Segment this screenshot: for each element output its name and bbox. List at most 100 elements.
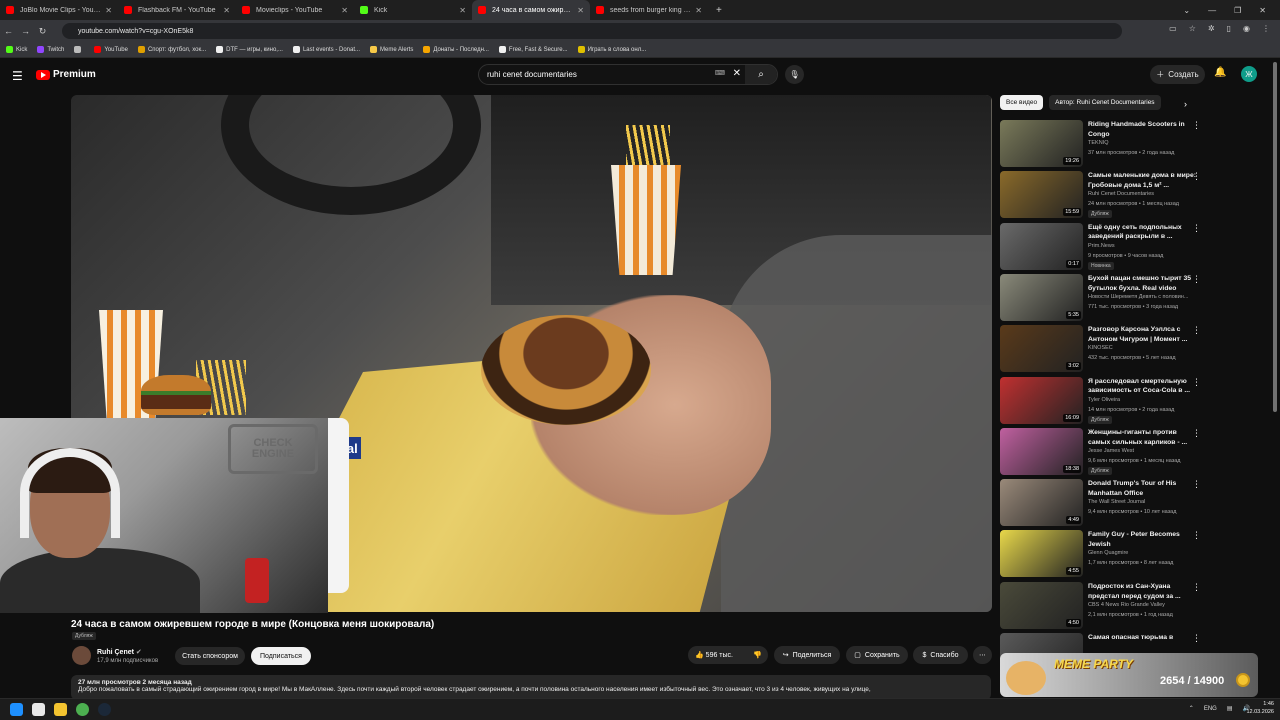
more-options-icon[interactable]: ⋮ (1192, 120, 1201, 131)
video-thumbnail[interactable]: 4:49 (1000, 479, 1083, 527)
sponsor-button[interactable]: Стать спонсором (175, 647, 245, 665)
recommended-video[interactable]: 3:02 Разговор Карсона Уэллса с Антоном Ч… (1000, 325, 1201, 373)
cast-icon[interactable]: ▭ (1169, 24, 1177, 33)
bookmark-item[interactable]: Twitch (37, 46, 64, 53)
recommended-title[interactable]: Family Guy - Peter Becomes Jewish (1088, 530, 1198, 550)
video-thumbnail[interactable]: 5:35 (1000, 273, 1083, 321)
yandex-browser-icon[interactable] (32, 703, 45, 716)
recommended-channel[interactable]: Prim.News (1088, 243, 1200, 249)
recommended-title[interactable]: Подросток из Сан-Хуана предстал перед су… (1088, 582, 1198, 602)
recommended-title[interactable]: Ещё одну сеть подпольных заведений раскр… (1088, 223, 1198, 243)
windows-start-icon[interactable] (10, 703, 23, 716)
video-thumbnail[interactable]: 18:38 (1000, 427, 1083, 475)
browser-tab[interactable]: 24 часа в самом ожиревшем ✕ (472, 0, 590, 20)
channel-avatar[interactable] (72, 646, 91, 665)
chrome-icon[interactable] (76, 703, 89, 716)
more-options-icon[interactable]: ⋮ (1192, 633, 1201, 644)
recommended-video[interactable]: 15:59 Самые маленькие дома в мире: Гробо… (1000, 171, 1201, 219)
bookmark-item[interactable]: YouTube (94, 46, 128, 53)
hamburger-menu-icon[interactable]: ☰ (12, 69, 23, 83)
create-button[interactable]: ＋ Создать (1150, 65, 1205, 84)
tab-close-icon[interactable]: ✕ (695, 6, 702, 15)
thanks-button[interactable]: $ Спасибо (913, 646, 968, 664)
tab-close-icon[interactable]: ✕ (459, 6, 466, 15)
taskbar-clock[interactable]: 1:46 12.03.2026 (1246, 701, 1274, 717)
recommended-title[interactable]: Я расследовал смертельную зависимость от… (1088, 377, 1198, 397)
browser-tab[interactable]: JoBlo Movie Clips - YouTube ✕ (0, 0, 118, 20)
steam-icon[interactable] (98, 703, 111, 716)
recommended-video[interactable]: 5:35 Бухой пацан смешно тырит 35 бутылок… (1000, 273, 1201, 322)
more-options-icon[interactable]: ⋮ (1192, 530, 1201, 541)
clear-search-icon[interactable]: ✕ (733, 68, 741, 79)
recommended-title[interactable]: Donald Trump's Tour of His Manhattan Off… (1088, 479, 1198, 499)
dislike-icon[interactable]: 👎 (753, 651, 762, 659)
url-field[interactable]: youtube.com/watch?v=cgu-XOnE5k8 (62, 23, 1122, 39)
account-avatar[interactable]: Ж (1241, 66, 1257, 82)
back-icon[interactable]: ← (0, 26, 17, 36)
tab-close-icon[interactable]: ✕ (341, 6, 348, 15)
recommended-title[interactable]: Самая опасная тюрьма в (1088, 633, 1198, 643)
notifications-bell-icon[interactable]: 🔔 (1214, 67, 1226, 78)
more-options-icon[interactable]: ⋮ (1192, 582, 1201, 593)
chevron-right-icon[interactable]: › (1184, 99, 1187, 109)
recommended-channel[interactable]: TEKNIQ (1088, 140, 1200, 146)
recommended-video[interactable]: 16:09 Я расследовал смертельную зависимо… (1000, 376, 1201, 425)
new-tab-button[interactable]: + (716, 5, 722, 16)
recommended-title[interactable]: Бухой пацан смешно тырит 35 бутылок бухл… (1088, 274, 1198, 294)
more-options-icon[interactable]: ⋮ (1192, 171, 1201, 182)
more-options-icon[interactable]: ⋮ (1192, 325, 1201, 336)
recommended-channel[interactable]: KINOSEC (1088, 345, 1200, 351)
recommended-channel[interactable]: The Wall Street Journal (1088, 499, 1200, 505)
recommended-channel[interactable]: Tyler Oliveira (1088, 397, 1200, 403)
bookmark-item[interactable]: Kick (6, 46, 27, 53)
filter-chip[interactable]: Автор: Ruhi Cenet Documentaries (1049, 95, 1161, 110)
recommended-video[interactable]: 4:50 Подросток из Сан-Хуана предстал пер… (1000, 581, 1201, 630)
browser-tab[interactable]: Movieclips - YouTube ✕ (236, 0, 354, 20)
description-box[interactable]: 27 млн просмотров 2 месяца назад Добро п… (71, 675, 991, 700)
tab-search-icon[interactable]: ⌄ (1183, 6, 1190, 15)
more-options-icon[interactable]: ⋮ (1192, 479, 1201, 490)
bookmark-item[interactable]: Last events - Donat... (292, 46, 360, 53)
like-button[interactable]: 👍 596 тыс. (695, 651, 733, 659)
search-button[interactable]: ⌕ (745, 65, 777, 84)
save-button[interactable]: ▢ Сохранить (846, 646, 908, 664)
profile-icon[interactable]: ◉ (1243, 24, 1250, 33)
language-indicator[interactable]: ENG (1204, 706, 1217, 712)
file-explorer-icon[interactable] (54, 703, 67, 716)
browser-menu-icon[interactable]: ⋮ (1262, 24, 1270, 33)
more-options-icon[interactable]: ⋮ (1192, 274, 1201, 285)
sidebar-icon[interactable]: ▯ (1227, 24, 1231, 33)
close-window-button[interactable]: ✕ (1259, 6, 1266, 15)
network-icon[interactable]: ▤ (1227, 705, 1233, 712)
recommended-channel[interactable]: Jesse James West (1088, 448, 1200, 454)
recommended-video[interactable]: 19:26 Riding Handmade Scooters in Congo T… (1000, 120, 1201, 168)
recommended-video[interactable]: 18:38 Женщины-гиганты против самых сильн… (1000, 427, 1201, 476)
video-thumbnail[interactable]: 0:17 (1000, 222, 1083, 270)
tab-close-icon[interactable]: ✕ (577, 6, 584, 15)
subscribe-button[interactable]: Подписаться (251, 647, 311, 665)
recommended-video[interactable]: 4:55 Family Guy - Peter Becomes Jewish Gl… (1000, 530, 1201, 578)
youtube-logo[interactable]: Premium (36, 69, 96, 80)
recommended-title[interactable]: Самые маленькие дома в мире: Гробовые до… (1088, 171, 1198, 191)
recommended-video[interactable]: 0:17 Ещё одну сеть подпольных заведений … (1000, 222, 1201, 271)
bookmark-item[interactable]: Meme Alerts (370, 46, 413, 53)
video-thumbnail[interactable]: 15:59 (1000, 171, 1083, 219)
recommended-title[interactable]: Riding Handmade Scooters in Congo (1088, 120, 1198, 140)
video-thumbnail[interactable]: 19:26 (1000, 120, 1083, 167)
page-scrollbar[interactable] (1273, 62, 1277, 412)
more-options-icon[interactable]: ⋮ (1192, 428, 1201, 439)
tray-arrow-icon[interactable]: ⌃ (1189, 705, 1194, 712)
share-button[interactable]: ↪ Поделиться (774, 646, 840, 664)
recommended-channel[interactable]: Новости Шереметя Девять с половин... (1088, 294, 1200, 300)
keyboard-icon[interactable]: ⌨ (715, 69, 725, 77)
recommended-channel[interactable]: Glenn Quagmire (1088, 550, 1200, 556)
bookmark-item[interactable]: Играть в слова онл... (577, 46, 646, 53)
recommended-title[interactable]: Разговор Карсона Уэллса с Антоном Чигуро… (1088, 325, 1198, 345)
minimize-button[interactable]: — (1208, 6, 1216, 15)
browser-tab[interactable]: Kick ✕ (354, 0, 472, 20)
more-options-icon[interactable]: ⋮ (1192, 223, 1201, 234)
tab-close-icon[interactable]: ✕ (105, 6, 112, 15)
browser-tab[interactable]: Flashback FM - YouTube ✕ (118, 0, 236, 20)
bookmark-item[interactable]: DTF — игры, кино,... (216, 46, 283, 53)
bookmark-item[interactable]: Донаты - Последн... (423, 46, 489, 53)
